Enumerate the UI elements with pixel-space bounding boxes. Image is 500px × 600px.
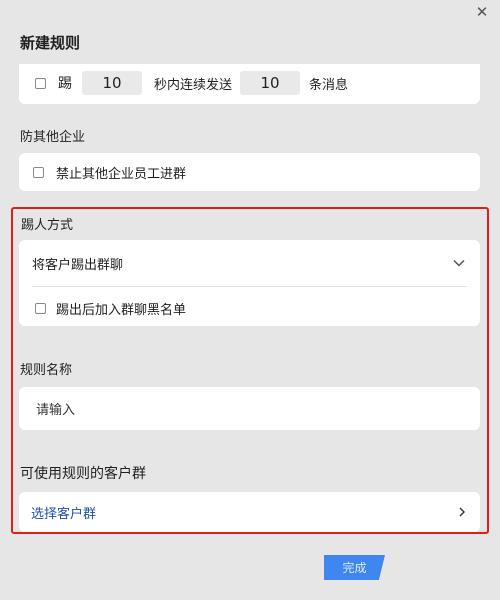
kick-method-select[interactable]: 将客户踢出群聊 bbox=[32, 240, 467, 286]
block-other-company-checkbox[interactable] bbox=[33, 166, 44, 178]
blacklist-checkbox[interactable] bbox=[35, 302, 46, 314]
blacklist-label: 踢出后加入群聊黑名单 bbox=[56, 302, 187, 318]
kick-label: 踢 bbox=[58, 76, 72, 92]
spam-rule-card: 踢 10 秒内连续发送 10 条消息 bbox=[19, 64, 480, 104]
block-other-company-card: 禁止其他企业员工进群 bbox=[19, 153, 480, 191]
kick-method-title: 踢人方式 bbox=[21, 218, 74, 233]
page-title: 新建规则 bbox=[20, 34, 81, 52]
chevron-right-icon bbox=[456, 506, 468, 518]
message-count-label: 条消息 bbox=[309, 77, 349, 93]
select-customer-groups-button[interactable]: 选择客户群 bbox=[19, 492, 480, 532]
spam-rule-checkbox[interactable] bbox=[35, 77, 46, 89]
close-icon[interactable]: ✕ bbox=[474, 4, 490, 20]
kick-method-card: 将客户踢出群聊 踢出后加入群聊黑名单 bbox=[19, 240, 480, 326]
rule-name-field[interactable]: 请输入 bbox=[19, 387, 480, 430]
seconds-label: 秒内连续发送 bbox=[154, 77, 233, 93]
kick-method-value: 将客户踢出群聊 bbox=[32, 257, 124, 273]
customer-groups-title: 可使用规则的客户群 bbox=[20, 466, 146, 482]
rule-name-title: 规则名称 bbox=[20, 363, 73, 378]
rule-name-placeholder: 请输入 bbox=[36, 403, 76, 418]
block-other-company-label: 禁止其他企业员工进群 bbox=[56, 166, 187, 182]
block-other-company-title: 防其他企业 bbox=[20, 130, 86, 145]
done-button[interactable]: 完成 bbox=[324, 555, 385, 580]
select-customer-groups-label: 选择客户群 bbox=[31, 506, 97, 522]
seconds-input[interactable]: 10 bbox=[82, 71, 142, 95]
divider bbox=[32, 286, 467, 287]
message-count-input[interactable]: 10 bbox=[240, 71, 301, 95]
chevron-down-icon bbox=[451, 255, 467, 271]
